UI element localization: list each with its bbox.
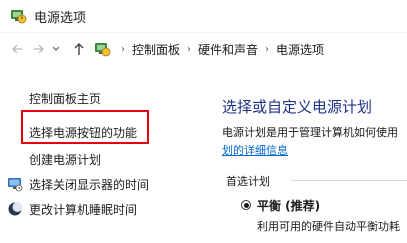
chevron-down-icon[interactable] <box>50 38 62 60</box>
main-content: 选择或自定义电源计划 电源计划是用于管理计算机如何使用 划的详细信息 首选计划 … <box>205 72 407 243</box>
power-options-icon <box>8 6 28 26</box>
moon-icon <box>7 201 23 217</box>
breadcrumb-separator: › <box>187 43 192 55</box>
back-arrow-icon[interactable] <box>8 38 26 60</box>
sidebar-item-create-power-plan[interactable]: 创建电源计划 <box>29 151 101 168</box>
breadcrumb: › 控制面板 › 硬件和声音 › 电源选项 <box>92 37 407 61</box>
breadcrumb-hardware-sound[interactable]: 硬件和声音 <box>198 41 258 58</box>
up-arrow-icon[interactable] <box>70 38 88 60</box>
sidebar-item-sleep-time[interactable]: 更改计算机睡眠时间 <box>29 201 137 218</box>
plan-radio-balanced[interactable] <box>241 200 251 210</box>
left-nav-panel: 控制面板主页 选择电源按钮的功能 创建电源计划 选择关闭显示器的时间 更改计算机… <box>0 72 205 243</box>
sidebar-item-display-off-time[interactable]: 选择关闭显示器的时间 <box>29 176 149 193</box>
sidebar-item-control-panel-home[interactable]: 控制面板主页 <box>29 90 101 107</box>
window-title: 电源选项 <box>34 10 87 26</box>
breadcrumb-separator: › <box>265 43 270 55</box>
monitor-icon <box>7 176 23 192</box>
power-options-window: 电源选项 › 控制面板 › 硬件和声音 › 电源选项 控制面板主页 选择电源按钮… <box>0 0 407 243</box>
title-bar: 电源选项 <box>0 0 407 33</box>
breadcrumb-separator: › <box>121 43 125 55</box>
forward-arrow-icon[interactable] <box>30 38 48 60</box>
description-text: 电源计划是用于管理计算机如何使用 <box>222 126 398 139</box>
address-bar: › 控制面板 › 硬件和声音 › 电源选项 <box>0 34 407 64</box>
breadcrumb-power-options[interactable]: 电源选项 <box>276 41 324 58</box>
radio-selected-dot <box>243 202 249 208</box>
section-label-preferred-plans: 首选计划 <box>226 175 270 188</box>
section-divider <box>291 180 407 181</box>
plan-description-balanced: 利用可用的硬件自动平衡功耗 <box>257 220 400 233</box>
page-title: 选择或自定义电源计划 <box>222 98 373 116</box>
control-panel-icon <box>92 39 112 59</box>
sidebar-item-power-button-function[interactable]: 选择电源按钮的功能 <box>29 124 137 141</box>
plan-name-balanced[interactable]: 平衡 (推荐) <box>257 197 320 214</box>
breadcrumb-control-panel[interactable]: 控制面板 <box>132 41 180 58</box>
details-link[interactable]: 划的详细信息 <box>222 142 288 158</box>
